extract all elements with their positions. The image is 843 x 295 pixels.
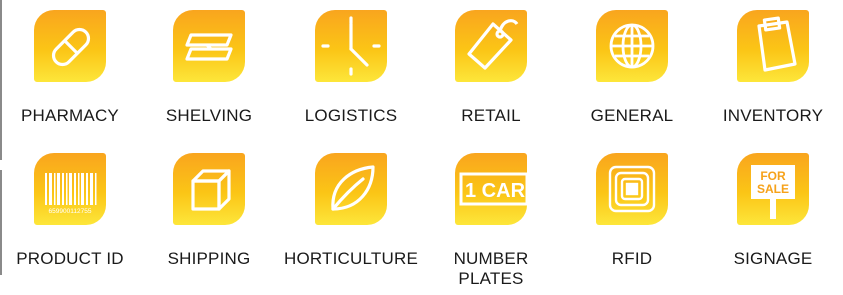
tile-label: SHELVING — [165, 106, 253, 125]
number-plate-icon: 1 CAR — [455, 153, 527, 225]
tile-label: SIGNAGE — [733, 249, 813, 268]
clock-icon — [315, 10, 387, 82]
tile-label: PRODUCT ID — [16, 249, 124, 268]
pill-icon — [34, 10, 106, 82]
tile-label: RETAIL — [461, 106, 521, 125]
tile-general[interactable]: GENERAL — [562, 0, 702, 150]
barcode-icon: 659900112755 — [34, 153, 106, 225]
tile-label: GENERAL — [590, 106, 674, 125]
tile-pharmacy[interactable]: PHARMACY — [0, 0, 140, 150]
tile-label: HORTICULTURE — [283, 249, 418, 268]
tile-shipping[interactable]: SHIPPING — [139, 143, 279, 293]
tile-signage[interactable]: FOR SALE SIGNAGE — [703, 143, 843, 293]
shelving-icon — [173, 10, 245, 82]
tile-label: SHIPPING — [167, 249, 251, 268]
price-tag-icon — [455, 10, 527, 82]
tile-label: PHARMACY — [21, 106, 119, 125]
plate-text: 1 CAR — [465, 180, 526, 202]
barcode-number: 659900112755 — [49, 208, 92, 215]
tile-product-id[interactable]: 659900112755 PRODUCT ID — [0, 143, 140, 293]
application-icon-grid: PHARMACY SHELVING LOGISTICS RETAIL GENER… — [0, 0, 843, 295]
tile-label: INVENTORY — [722, 106, 824, 125]
globe-icon — [596, 10, 668, 82]
tile-label: LOGISTICS — [304, 106, 398, 125]
tile-horticulture[interactable]: HORTICULTURE — [281, 143, 421, 293]
sign-text-sale: SALE — [757, 182, 789, 196]
sign-text-for: FOR — [760, 169, 786, 183]
clipboard-icon — [737, 10, 809, 82]
tile-label: RFID — [611, 249, 653, 268]
tile-rfid[interactable]: RFID — [562, 143, 702, 293]
tile-number-plates[interactable]: 1 CAR NUMBER PLATES — [421, 143, 561, 293]
tile-retail[interactable]: RETAIL — [421, 0, 561, 150]
tile-logistics[interactable]: LOGISTICS — [281, 0, 421, 150]
tile-shelving[interactable]: SHELVING — [139, 0, 279, 150]
box-icon — [173, 153, 245, 225]
for-sale-sign-icon: FOR SALE — [737, 153, 809, 225]
leaf-icon — [315, 153, 387, 225]
rfid-icon — [596, 153, 668, 225]
tile-inventory[interactable]: INVENTORY — [703, 0, 843, 150]
tile-label: NUMBER PLATES — [453, 249, 529, 288]
